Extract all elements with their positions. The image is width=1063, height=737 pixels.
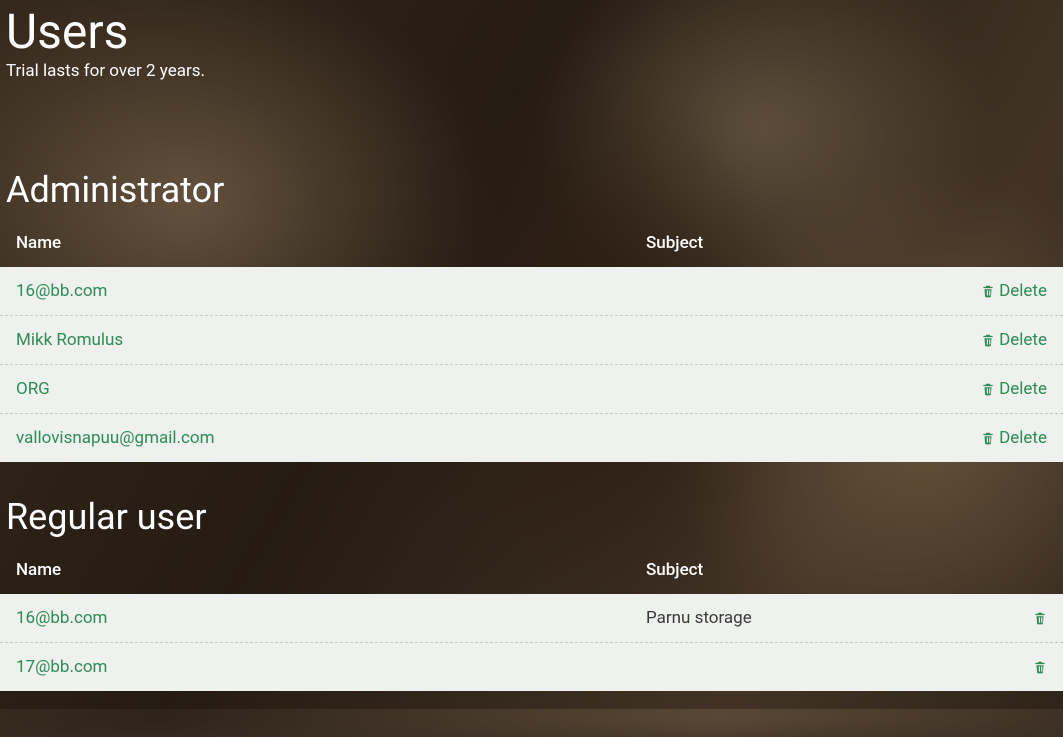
section-title-admin: Administrator [6,169,1063,211]
col-header-name: Name [16,560,646,580]
user-name-link[interactable]: ORG [16,379,646,399]
page-title: Users [6,6,1057,59]
delete-button[interactable] [957,659,1047,675]
col-header-subject: Subject [646,560,957,580]
delete-label: Delete [999,330,1047,350]
user-name-link[interactable]: 16@bb.com [16,281,646,301]
delete-button[interactable]: Delete [957,281,1047,301]
trash-icon [1033,610,1047,626]
delete-button[interactable] [957,610,1047,626]
trash-icon [981,430,995,446]
regular-table-body: 16@bb.com Parnu storage 17@bb.com [0,594,1063,691]
section-title-regular: Regular user [6,496,1063,538]
delete-button[interactable]: Delete [957,428,1047,448]
admin-table: Name Subject 16@bb.com Delete Mikk Romul… [0,223,1063,462]
trash-icon [1033,659,1047,675]
col-header-name: Name [16,233,646,253]
table-row: 16@bb.com Delete [0,267,1063,316]
user-name-link[interactable]: vallovisnapuu@gmail.com [16,428,646,448]
trash-icon [981,332,995,348]
regular-table-header: Name Subject [0,550,1063,594]
user-name-link[interactable]: 16@bb.com [16,608,646,628]
table-row: ORG Delete [0,365,1063,414]
page-subtitle: Trial lasts for over 2 years. [6,61,1057,81]
trash-icon [981,381,995,397]
table-row: Mikk Romulus Delete [0,316,1063,365]
regular-table: Name Subject 16@bb.com Parnu storage 17@… [0,550,1063,691]
delete-label: Delete [999,281,1047,301]
admin-table-body: 16@bb.com Delete Mikk Romulus Delete [0,267,1063,462]
user-name-link[interactable]: 17@bb.com [16,657,646,677]
table-row: 16@bb.com Parnu storage [0,594,1063,643]
delete-button[interactable]: Delete [957,379,1047,399]
delete-label: Delete [999,379,1047,399]
user-name-link[interactable]: Mikk Romulus [16,330,646,350]
table-row: 17@bb.com [0,643,1063,691]
col-header-subject: Subject [646,233,957,253]
delete-button[interactable]: Delete [957,330,1047,350]
table-row: vallovisnapuu@gmail.com Delete [0,414,1063,462]
admin-table-header: Name Subject [0,223,1063,267]
delete-label: Delete [999,428,1047,448]
trash-icon [981,283,995,299]
user-subject: Parnu storage [646,608,957,628]
